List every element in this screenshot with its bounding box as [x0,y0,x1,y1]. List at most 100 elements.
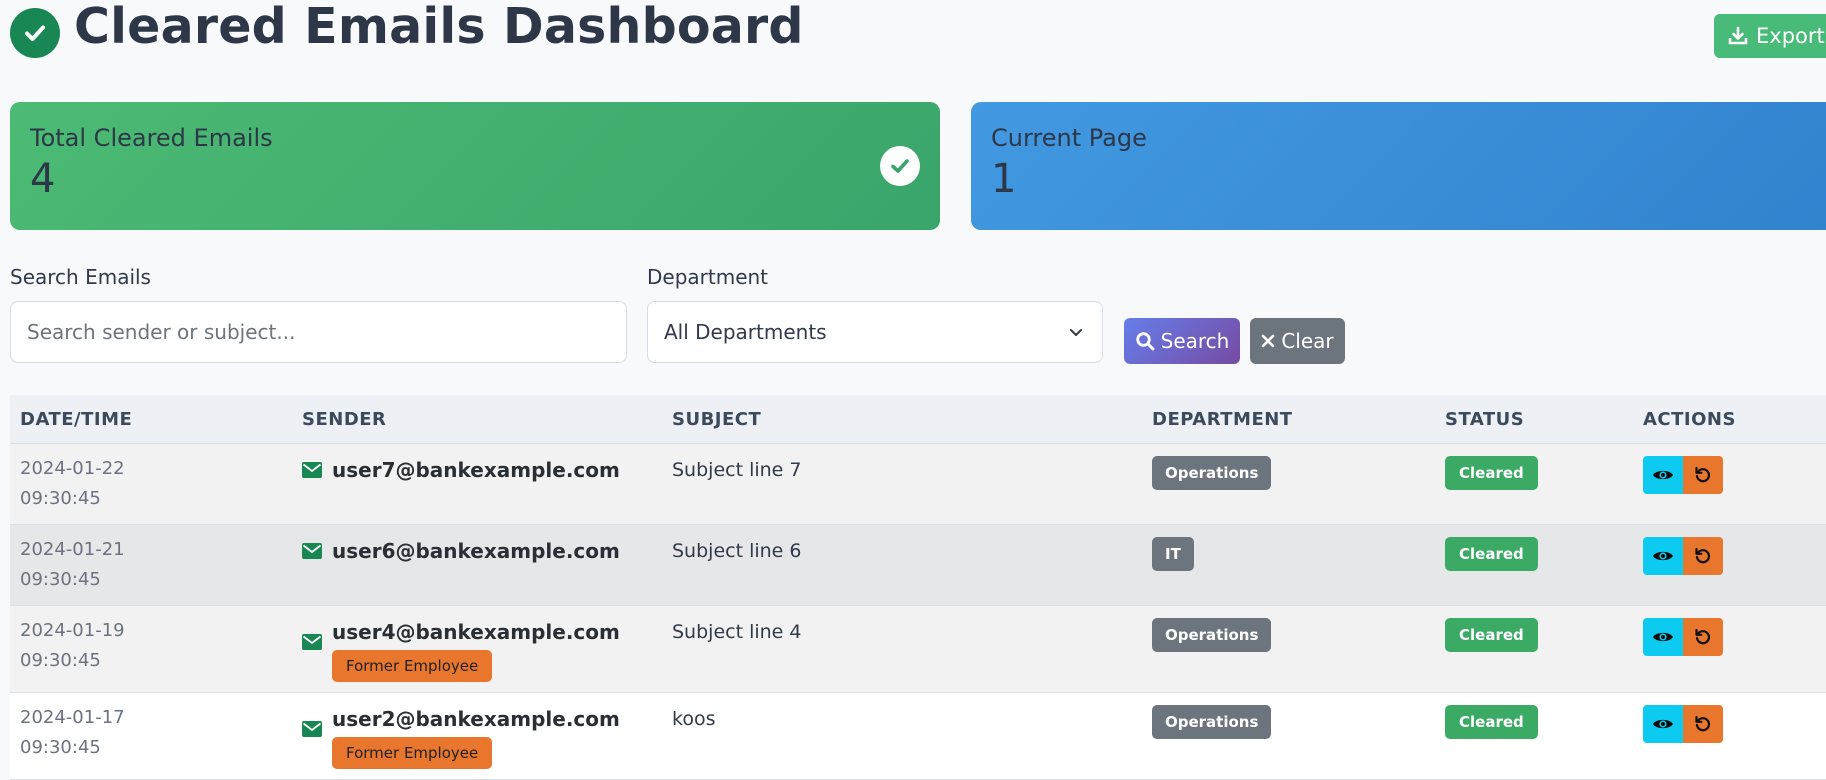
check-circle-icon [880,146,920,186]
subject-text: Subject line 7 [672,459,802,481]
former-employee-badge: Former Employee [332,737,493,769]
sender-cell: user4@bankexample.com Former Employee [292,605,662,693]
view-button[interactable] [1643,456,1683,494]
subject-cell: Subject line 4 [662,605,1142,693]
datetime-cell: 2024-01-19 09:30:45 [10,605,292,693]
chevron-down-icon [1070,329,1082,336]
undo-icon [1695,715,1711,732]
department-select[interactable]: All Departments [647,301,1103,363]
column-header-subject[interactable]: SUBJECT [662,395,1142,444]
department-badge: Operations [1152,705,1272,739]
table-header-row: DATE/TIME SENDER SUBJECT DEPARTMENT STAT… [10,395,1826,444]
table-row: 2024-01-22 09:30:45 user7@bankexample.com… [10,443,1826,525]
status-cell: Cleared [1435,605,1633,693]
current-page-label: Current Page [991,124,1147,152]
department-badge: Operations [1152,456,1272,490]
subject-text: Subject line 4 [672,621,802,643]
undo-icon [1695,547,1711,564]
department-cell: Operations [1142,605,1435,693]
subject-text: Subject line 6 [672,540,802,562]
total-cleared-label: Total Cleared Emails [30,124,273,152]
status-cell: Cleared [1435,524,1633,606]
column-header-status[interactable]: STATUS [1435,395,1633,444]
page-header: Cleared Emails Dashboard [10,0,1826,68]
time-text: 09:30:45 [20,737,101,758]
envelope-icon [302,543,322,559]
clear-button[interactable]: Clear [1250,318,1345,364]
department-cell: Operations [1142,443,1435,525]
status-badge: Cleared [1445,705,1538,739]
search-icon [1135,332,1155,351]
eye-icon [1653,470,1673,480]
department-cell: Operations [1142,692,1435,780]
restore-button[interactable] [1683,456,1723,494]
total-cleared-value: 4 [30,156,56,202]
cleared-emails-table: DATE/TIME SENDER SUBJECT DEPARTMENT STAT… [10,395,1826,780]
former-employee-badge: Former Employee [332,650,493,682]
table-row: 2024-01-17 09:30:45 user2@bankexample.com… [10,692,1826,780]
status-badge: Cleared [1445,618,1538,652]
restore-button[interactable] [1683,705,1723,743]
total-cleared-card: Total Cleared Emails 4 [10,102,940,230]
undo-icon [1695,628,1711,645]
sender-email: user4@bankexample.com [332,620,620,644]
search-button[interactable]: Search [1124,318,1240,364]
sender-cell: user7@bankexample.com [292,443,662,525]
envelope-icon [302,634,322,650]
subject-cell: koos [662,692,1142,780]
column-header-datetime[interactable]: DATE/TIME [10,395,292,444]
view-button[interactable] [1643,705,1683,743]
datetime-cell: 2024-01-17 09:30:45 [10,692,292,780]
column-header-department[interactable]: DEPARTMENT [1142,395,1435,444]
column-header-actions: ACTIONS [1633,395,1826,444]
page-title: Cleared Emails Dashboard [74,0,804,55]
view-button[interactable] [1643,618,1683,656]
clear-button-label: Clear [1281,329,1334,353]
sender-email: user2@bankexample.com [332,707,620,731]
export-button[interactable]: Export to [1714,14,1826,58]
department-badge: IT [1152,537,1194,571]
department-label: Department [647,265,769,289]
actions-cell [1633,605,1826,693]
actions-cell [1633,524,1826,606]
time-text: 09:30:45 [20,488,101,509]
download-icon [1728,26,1748,45]
datetime-cell: 2024-01-22 09:30:45 [10,443,292,525]
envelope-icon [302,462,322,478]
date-text: 2024-01-21 [20,539,125,560]
department-badge: Operations [1152,618,1272,652]
restore-button[interactable] [1683,618,1723,656]
eye-icon [1653,551,1673,561]
date-text: 2024-01-19 [20,620,125,641]
table-row: 2024-01-19 09:30:45 user4@bankexample.com… [10,605,1826,693]
table-row: 2024-01-21 09:30:45 user6@bankexample.com… [10,524,1826,606]
restore-button[interactable] [1683,537,1723,575]
status-badge: Cleared [1445,456,1538,490]
date-text: 2024-01-22 [20,458,125,479]
sender-cell: user2@bankexample.com Former Employee [292,692,662,780]
actions-cell [1633,692,1826,780]
current-page-value: 1 [991,156,1017,202]
date-text: 2024-01-17 [20,707,125,728]
search-button-label: Search [1160,329,1230,353]
eye-icon [1653,632,1673,642]
search-placeholder: Search sender or subject... [27,320,296,344]
actions-cell [1633,443,1826,525]
datetime-cell: 2024-01-21 09:30:45 [10,524,292,606]
eye-icon [1653,719,1673,729]
export-button-label: Export to [1756,24,1826,48]
current-page-card: Current Page 1 [971,102,1826,230]
status-cell: Cleared [1435,443,1633,525]
subject-cell: Subject line 7 [662,443,1142,525]
undo-icon [1695,466,1711,483]
status-badge: Cleared [1445,537,1538,571]
status-cell: Cleared [1435,692,1633,780]
column-header-sender[interactable]: SENDER [292,395,662,444]
subject-text: koos [672,708,716,730]
check-circle-icon [10,8,60,58]
time-text: 09:30:45 [20,650,101,671]
sender-cell: user6@bankexample.com [292,524,662,606]
view-button[interactable] [1643,537,1683,575]
time-text: 09:30:45 [20,569,101,590]
search-input[interactable]: Search sender or subject... [10,301,627,363]
